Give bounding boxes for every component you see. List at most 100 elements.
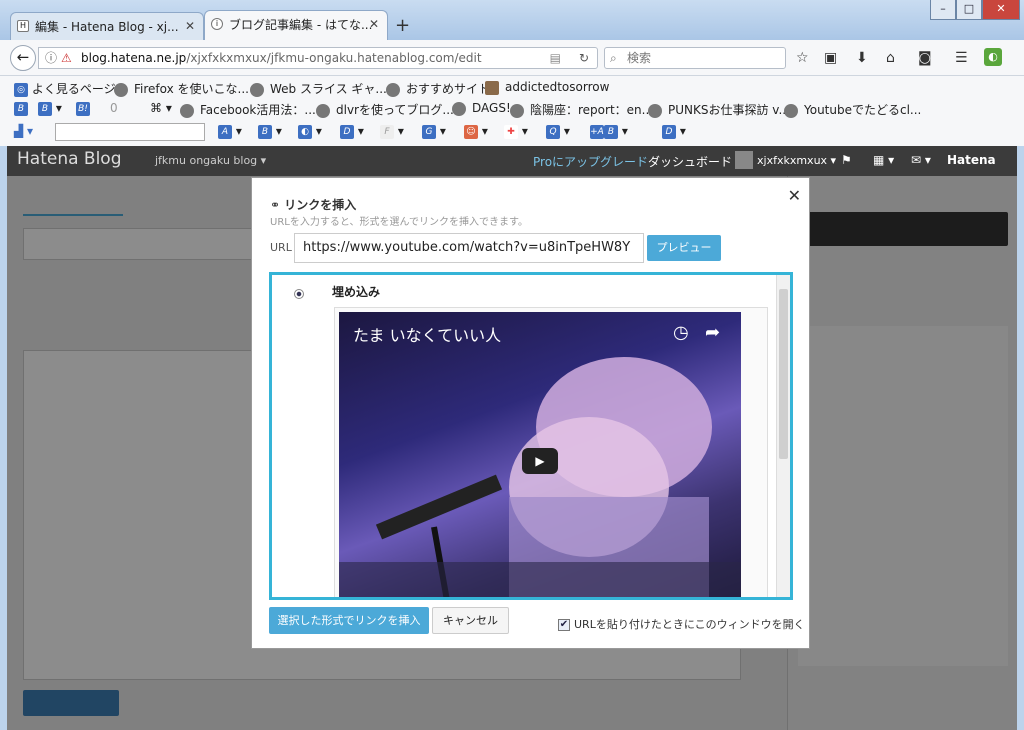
search-input[interactable]: ⌕ 検索 <box>604 47 786 69</box>
toolbar-tool-icon[interactable]: ▟ ▾ <box>14 124 33 138</box>
close-window-button[interactable]: ✕ <box>982 0 1020 20</box>
toolbar-button[interactable]: ☺ ▾ <box>464 124 488 139</box>
toolbar-button[interactable]: A ▾ <box>218 124 242 139</box>
bookmark-item[interactable]: ◎ よく見るページ <box>14 80 116 97</box>
dialog-title: ⚭ リンクを挿入 <box>270 198 357 212</box>
toolbar-button[interactable]: B ▾ <box>258 124 282 139</box>
toolbar-button[interactable]: Q ▾ <box>546 124 570 139</box>
bookmark-item[interactable]: Facebook活用法：... <box>180 101 316 118</box>
tag-icon[interactable]: ⌘ ▾ <box>150 101 172 115</box>
embed-option-panel[interactable]: 埋め込み たま いなくていい人 ◷ ➦ ▶ <box>269 272 793 600</box>
hatena-bookmark-button[interactable]: B ▾ <box>38 101 62 116</box>
grid-menu-icon[interactable]: ▦ ▾ <box>873 153 894 167</box>
info-icon[interactable]: ⓘ <box>45 48 57 68</box>
bookmark-item[interactable]: dlvrを使ってブログ... <box>316 101 454 118</box>
close-icon[interactable]: ✕ <box>788 186 801 205</box>
site-icon <box>485 80 499 95</box>
toolbar-button[interactable]: D ▾ <box>340 124 364 139</box>
insert-link-button[interactable]: 選択した形式でリンクを挿入 <box>269 607 429 634</box>
insert-link-dialog: ⚭ リンクを挿入 URLを入力すると、形式を選んでリンクを挿入できます。 ✕ U… <box>251 177 810 649</box>
bookmark-flag-icon[interactable]: ⚑ <box>841 153 852 167</box>
bookmark-star-icon[interactable]: ☆ <box>796 50 809 66</box>
toolbar-search-input[interactable] <box>55 123 205 141</box>
hatena-blog-logo[interactable]: Hatena Blog <box>17 149 122 169</box>
window-border <box>1017 146 1024 730</box>
tab-close-icon[interactable]: ✕ <box>185 19 195 33</box>
bookmark-item[interactable]: Firefox を使いこな... <box>114 80 249 97</box>
url-host: blog.hatena.ne.jp <box>81 51 187 65</box>
hatena-bookmark-button[interactable]: B <box>14 101 28 116</box>
globe-icon <box>114 82 128 97</box>
tab-blog-edit[interactable]: i ブログ記事編集 - はてな... ✕ <box>204 10 388 40</box>
reader-icon[interactable]: ▤ <box>550 48 561 68</box>
maximize-button[interactable]: □ <box>956 0 982 20</box>
extension-icon[interactable]: ◐ <box>984 48 1002 66</box>
play-button-icon[interactable]: ▶ <box>522 448 558 474</box>
browser-window: H 編集 - Hatena Blog - xj... ✕ i ブログ記事編集 -… <box>0 0 1024 730</box>
search-icon: ⌕ <box>610 51 617 65</box>
toolbar-button[interactable]: D ▾ <box>662 124 686 139</box>
bookmark-item[interactable]: 陰陽座：report：en... <box>510 101 653 118</box>
globe-icon <box>250 82 264 97</box>
blog-selector[interactable]: jfkmu ongaku blog ▾ <box>155 154 266 167</box>
globe-icon <box>510 103 524 118</box>
bookmark-count: 0 <box>110 101 118 115</box>
bookmarks-list-icon[interactable]: ▣ <box>824 50 837 66</box>
url-input[interactable]: https://www.youtube.com/watch?v=u8inTpeH… <box>294 233 644 263</box>
hatena-brand[interactable]: Hatena <box>947 153 996 167</box>
tab-edit[interactable]: H 編集 - Hatena Blog - xj... ✕ <box>10 12 204 40</box>
preview-button[interactable]: プレビュー <box>647 235 721 261</box>
bookmarks-toolbar-2: B B ▾ B! 0 ⌘ ▾ Facebook活用法：... dlvrを使ってブ… <box>0 97 1024 121</box>
pocket-icon[interactable]: ◙ <box>918 50 932 66</box>
open-on-paste-label[interactable]: URLを貼り付けたときにこのウィンドウを開く <box>574 616 805 632</box>
user-menu[interactable]: xjxfxkxmxux ▾ <box>757 154 836 167</box>
back-arrow-icon[interactable]: ← <box>10 45 36 71</box>
toolbar-button[interactable]: +A B ▾ <box>590 124 628 139</box>
embed-radio[interactable] <box>294 289 304 299</box>
bookmark-item[interactable]: おすすめサイト <box>386 80 490 97</box>
bookmark-icon: ◎ <box>14 82 28 97</box>
share-icon[interactable]: ➦ <box>705 322 720 343</box>
embed-label: 埋め込み <box>332 285 381 299</box>
tab-favicon: H <box>17 20 29 32</box>
upgrade-link[interactable]: Proにアップグレード <box>533 153 648 170</box>
open-on-paste-checkbox[interactable]: ✔ <box>558 619 570 631</box>
toolbar-button[interactable]: F ▾ <box>380 124 404 139</box>
insecure-icon: ⚠ <box>61 51 72 65</box>
link-icon: ⚭ <box>270 198 281 212</box>
toolbar-button[interactable]: ✚ ▾ <box>504 124 528 139</box>
hatena-bookmark-button[interactable]: B! <box>76 101 90 116</box>
bookmark-item[interactable]: Web スライス ギャ... <box>250 80 387 97</box>
youtube-embed[interactable]: たま いなくていい人 ◷ ➦ ▶ <box>339 312 741 597</box>
download-icon[interactable]: ⬇ <box>856 50 868 66</box>
new-tab-button[interactable]: + <box>395 15 410 36</box>
dashboard-link[interactable]: ダッシュボード <box>648 153 732 170</box>
home-icon[interactable]: ⌂ <box>886 50 895 66</box>
panel-scrollbar[interactable] <box>776 275 790 597</box>
globe-icon <box>648 103 662 118</box>
watch-later-icon[interactable]: ◷ <box>673 322 689 343</box>
url-label: URL <box>270 241 292 254</box>
notification-icon[interactable]: ✉ ▾ <box>911 153 931 167</box>
reload-icon[interactable]: ↻ <box>579 48 589 68</box>
tab-title: 編集 - Hatena Blog - xj... <box>35 20 179 34</box>
bookmark-item[interactable]: DAGS! <box>452 101 511 116</box>
avatar[interactable] <box>735 151 753 169</box>
minimize-button[interactable]: – <box>930 0 956 20</box>
tab-close-icon[interactable]: ✕ <box>369 17 379 31</box>
scrollbar-thumb[interactable] <box>779 289 788 459</box>
address-bar[interactable]: ⓘ ⚠ blog.hatena.ne.jp/xjxfxkxmxux/jfkmu-… <box>38 47 598 69</box>
bookmark-item[interactable]: PUNKSお仕事探訪 v... <box>648 101 790 118</box>
toolbar-button[interactable]: ◐ ▾ <box>298 124 322 139</box>
menu-icon[interactable]: ☰ <box>955 50 968 66</box>
toolbar-button[interactable]: G ▾ <box>422 124 446 139</box>
globe-icon <box>180 103 194 118</box>
tab-bar: H 編集 - Hatena Blog - xj... ✕ i ブログ記事編集 -… <box>0 0 1024 40</box>
bookmark-item[interactable]: Youtubeでたどるcl... <box>784 101 921 118</box>
tab-title: ブログ記事編集 - はてな... <box>229 18 373 32</box>
extension-toolbar: ▟ ▾ A ▾ B ▾ ◐ ▾ D ▾ F ▾ G ▾ ☺ ▾ ✚ ▾ Q ▾ … <box>0 120 1024 146</box>
bookmark-item[interactable]: addictedtosorrow <box>485 80 609 95</box>
video-preview-box: たま いなくていい人 ◷ ➦ ▶ <box>334 307 768 597</box>
cancel-button[interactable]: キャンセル <box>432 607 509 634</box>
globe-icon <box>452 101 466 116</box>
